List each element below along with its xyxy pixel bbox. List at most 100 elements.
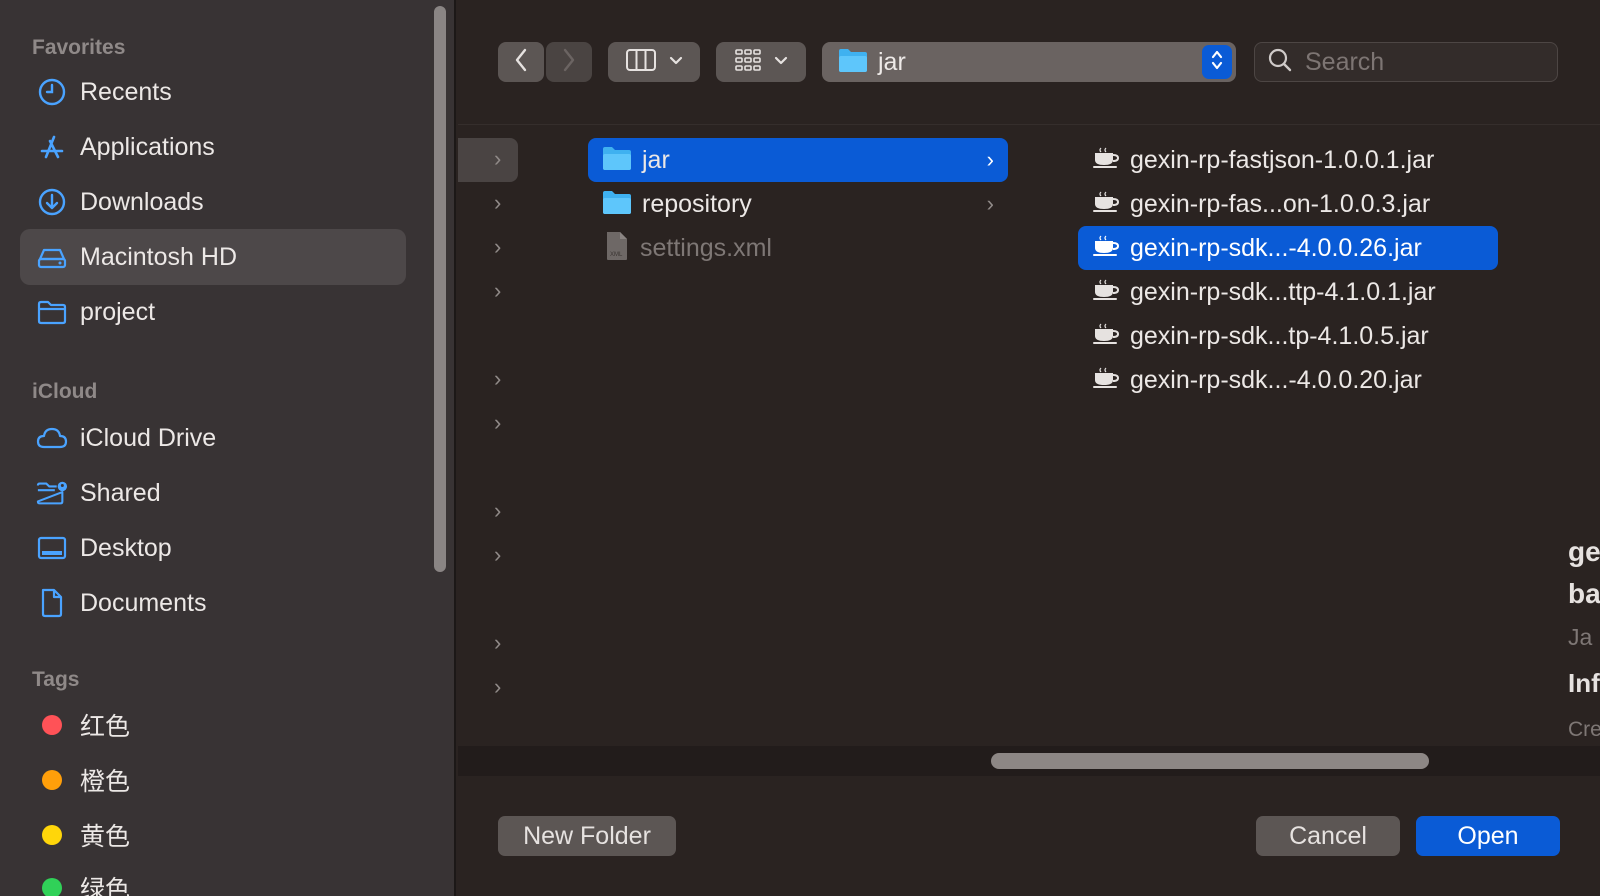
- yellow-tag-dot: [42, 825, 62, 845]
- list-item-jar-file[interactable]: gexin-rp-sdk...tp-4.1.0.5.jar: [1078, 314, 1498, 358]
- list-item-name: settings.xml: [640, 233, 772, 262]
- xml-file-icon: XML: [604, 231, 630, 266]
- download-icon: [36, 186, 68, 218]
- java-jar-icon: [1092, 147, 1120, 174]
- chevron-right-icon: [562, 48, 576, 77]
- sidebar-item-label: Shared: [80, 478, 161, 507]
- java-jar-icon: [1092, 367, 1120, 394]
- search-input[interactable]: [1303, 46, 1547, 78]
- java-jar-icon: [1092, 235, 1120, 262]
- folder-icon: [838, 47, 868, 78]
- chevron-right-icon: ›: [494, 146, 502, 171]
- cancel-button[interactable]: Cancel: [1256, 816, 1400, 856]
- sidebar-item-label: Recents: [80, 77, 172, 106]
- preview-kind: Ja: [1568, 624, 1593, 650]
- horizontal-scrollbar-thumb[interactable]: [991, 753, 1429, 769]
- sidebar-scrollbar[interactable]: [434, 6, 446, 572]
- sidebar-tag-orange[interactable]: 橙色: [20, 752, 406, 808]
- cloud-icon: [36, 422, 68, 454]
- sidebar-item-macintosh-hd[interactable]: Macintosh HD: [20, 229, 406, 285]
- column1-selected-row[interactable]: [458, 138, 518, 182]
- group-by-button[interactable]: [716, 42, 806, 82]
- tags-heading: Tags: [32, 668, 80, 691]
- list-item-name: gexin-rp-fas...on-1.0.0.3.jar: [1130, 189, 1431, 218]
- sidebar-item-documents[interactable]: Documents: [20, 575, 406, 631]
- sidebar-item-applications[interactable]: Applications: [20, 119, 406, 175]
- sidebar-tag-green[interactable]: 绿色: [20, 860, 406, 896]
- sidebar-item-shared[interactable]: Shared: [20, 465, 406, 521]
- list-item-name: gexin-rp-sdk...-4.0.0.20.jar: [1130, 365, 1422, 394]
- hard-drive-icon: [36, 241, 68, 273]
- chevron-right-icon: ›: [494, 498, 502, 523]
- chevron-right-icon: ›: [494, 234, 502, 259]
- columns-view-icon: [625, 48, 657, 77]
- chevron-right-icon: ›: [986, 191, 994, 216]
- chevron-right-icon: ›: [494, 190, 502, 215]
- list-item-name: jar: [642, 145, 670, 174]
- red-tag-dot: [42, 715, 62, 735]
- sidebar-item-icloud-drive[interactable]: iCloud Drive: [20, 410, 406, 466]
- search-field[interactable]: [1254, 42, 1558, 82]
- up-down-chevron-icon: [1210, 47, 1224, 78]
- java-jar-icon: [1092, 191, 1120, 218]
- path-popup-stepper[interactable]: [1202, 45, 1232, 79]
- path-popup-button[interactable]: jar: [822, 42, 1236, 82]
- list-item-jar-file[interactable]: gexin-rp-fas...on-1.0.0.3.jar: [1078, 182, 1498, 226]
- chevron-right-icon: ›: [494, 410, 502, 435]
- svg-text:XML: XML: [610, 252, 623, 258]
- list-item-folder-repository[interactable]: repository ›: [588, 182, 1008, 226]
- preview-filename-line1: ge: [1568, 536, 1600, 567]
- list-item-folder-jar[interactable]: jar ›: [588, 138, 1008, 182]
- sidebar-item-label: Applications: [80, 132, 215, 161]
- forward-button[interactable]: [546, 42, 592, 82]
- preview-info-heading: Inf: [1568, 668, 1600, 698]
- chevron-down-icon: [774, 53, 788, 71]
- sidebar-item-label: 红色: [80, 713, 131, 741]
- back-button[interactable]: [498, 42, 544, 82]
- sidebar-item-label: 黄色: [80, 823, 131, 851]
- chevron-right-icon: ›: [494, 278, 502, 303]
- sidebar-tag-red[interactable]: 红色: [20, 697, 406, 753]
- java-jar-icon: [1092, 323, 1120, 350]
- folder-icon: [602, 189, 632, 220]
- chevron-right-icon: ›: [494, 366, 502, 391]
- chevron-right-icon: ›: [986, 147, 994, 172]
- open-button[interactable]: Open: [1416, 816, 1560, 856]
- toolbar-divider: [458, 124, 1600, 125]
- list-item-name: gexin-rp-sdk...-4.0.0.26.jar: [1130, 233, 1422, 262]
- sidebar-item-project[interactable]: project: [20, 284, 406, 340]
- sidebar-tag-yellow[interactable]: 黄色: [20, 807, 406, 863]
- list-item-jar-file[interactable]: gexin-rp-fastjson-1.0.0.1.jar: [1078, 138, 1498, 182]
- sidebar-item-desktop[interactable]: Desktop: [20, 520, 406, 576]
- list-item-file-settings: XML settings.xml: [588, 226, 1008, 270]
- chevron-left-icon: [514, 48, 528, 77]
- view-mode-button[interactable]: [608, 42, 700, 82]
- list-item-name: repository: [642, 189, 752, 218]
- java-jar-icon: [1092, 279, 1120, 306]
- favorites-heading: Favorites: [32, 36, 126, 59]
- list-item-jar-file-selected[interactable]: gexin-rp-sdk...-4.0.0.26.jar: [1078, 226, 1498, 270]
- new-folder-button[interactable]: New Folder: [498, 816, 676, 856]
- desktop-icon: [36, 532, 68, 564]
- chevron-right-icon: ›: [494, 630, 502, 655]
- folder-icon: [602, 145, 632, 176]
- preview-created-label: Cre: [1568, 718, 1600, 741]
- path-popup-label: jar: [878, 47, 906, 76]
- chevron-right-icon: ›: [494, 542, 502, 567]
- sidebar-item-label: iCloud Drive: [80, 423, 217, 452]
- list-item-jar-file[interactable]: gexin-rp-sdk...ttp-4.1.0.1.jar: [1078, 270, 1498, 314]
- icloud-heading: iCloud: [32, 380, 98, 403]
- orange-tag-dot: [42, 770, 62, 790]
- sidebar-item-downloads[interactable]: Downloads: [20, 174, 406, 230]
- green-tag-dot: [42, 878, 62, 896]
- shared-folder-icon: [36, 477, 68, 509]
- sidebar: Favorites Recents Applications Downloads…: [0, 0, 456, 896]
- icon-grid-icon: [734, 48, 762, 77]
- sidebar-item-recents[interactable]: Recents: [20, 64, 406, 120]
- list-item-jar-file[interactable]: gexin-rp-sdk...-4.0.0.20.jar: [1078, 358, 1498, 402]
- preview-filename-line2: ba: [1568, 578, 1600, 609]
- sidebar-item-label: Macintosh HD: [80, 242, 237, 271]
- list-item-name: gexin-rp-fastjson-1.0.0.1.jar: [1130, 145, 1435, 174]
- chevron-down-icon: [669, 53, 683, 71]
- sidebar-item-label: Desktop: [80, 533, 172, 562]
